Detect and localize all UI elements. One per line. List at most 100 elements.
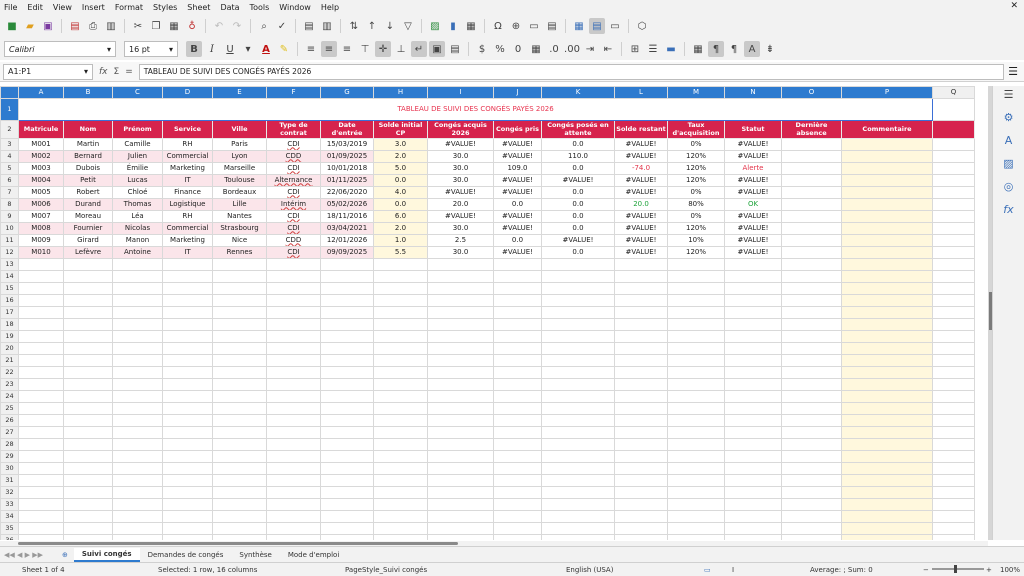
cell[interactable] <box>162 497 213 511</box>
cell[interactable] <box>373 461 428 475</box>
cell[interactable]: Alternance <box>266 173 321 187</box>
cell[interactable] <box>320 497 374 511</box>
cell[interactable]: 0.0 <box>493 233 542 247</box>
cell[interactable] <box>541 473 615 487</box>
cell[interactable] <box>320 413 374 427</box>
cell[interactable] <box>427 269 494 283</box>
cell[interactable] <box>320 449 374 463</box>
cell[interactable]: M010 <box>18 245 64 259</box>
cell[interactable] <box>932 401 975 415</box>
row-header[interactable]: 34 <box>0 509 19 523</box>
sum-icon[interactable]: Σ <box>114 67 120 77</box>
cell[interactable] <box>781 245 842 259</box>
cell[interactable] <box>614 437 668 451</box>
cell[interactable]: 1.0 <box>373 233 428 247</box>
cell[interactable] <box>266 449 321 463</box>
cell[interactable] <box>427 425 494 439</box>
cell[interactable] <box>212 521 267 535</box>
cell[interactable] <box>932 281 975 295</box>
column-header[interactable]: O <box>781 86 842 99</box>
row-header[interactable]: 19 <box>0 329 19 343</box>
copy-icon[interactable]: ❐ <box>148 18 164 34</box>
cell[interactable] <box>320 269 374 283</box>
styles-icon[interactable]: A <box>1005 134 1013 147</box>
cell[interactable]: OK <box>724 197 782 211</box>
cell[interactable] <box>212 413 267 427</box>
cell[interactable]: 30.0 <box>427 149 494 163</box>
row-header[interactable]: 2 <box>0 119 19 139</box>
cell[interactable] <box>614 293 668 307</box>
column-header[interactable]: Q <box>932 86 975 99</box>
cell[interactable] <box>18 281 64 295</box>
hamburger-menu-icon[interactable]: ☰ <box>1008 65 1018 78</box>
cell[interactable]: #VALUE! <box>724 245 782 259</box>
cell[interactable]: 109.0 <box>493 161 542 175</box>
cell[interactable] <box>373 269 428 283</box>
cell[interactable] <box>266 341 321 355</box>
cell[interactable]: 80% <box>667 197 725 211</box>
underline-dropdown-icon[interactable]: ▾ <box>240 41 256 57</box>
cell[interactable] <box>112 521 163 535</box>
cell[interactable] <box>63 449 113 463</box>
cell[interactable] <box>781 413 842 427</box>
italic-icon[interactable]: I <box>204 41 220 57</box>
hamburger-menu-icon[interactable]: ☰ <box>1004 88 1014 101</box>
cell[interactable] <box>932 353 975 367</box>
cell[interactable] <box>932 293 975 307</box>
cell[interactable] <box>493 533 542 540</box>
cell[interactable] <box>373 353 428 367</box>
row-icon[interactable]: ▤ <box>301 18 317 34</box>
zoom-slider[interactable] <box>932 568 984 570</box>
cell[interactable]: -74.0 <box>614 161 668 175</box>
cell[interactable] <box>724 293 782 307</box>
cell[interactable] <box>841 293 933 307</box>
cell[interactable]: Nice <box>212 233 267 247</box>
menu-sheet[interactable]: Sheet <box>187 3 210 12</box>
cell[interactable] <box>112 425 163 439</box>
cell[interactable] <box>427 377 494 391</box>
row-header[interactable]: 18 <box>0 317 19 331</box>
column-title-cell[interactable]: Dernière absence <box>781 119 842 139</box>
cell[interactable]: Léa <box>112 209 163 223</box>
cell[interactable] <box>781 185 842 199</box>
cell[interactable]: #VALUE! <box>614 149 668 163</box>
cell[interactable] <box>63 413 113 427</box>
cell[interactable]: 0.0 <box>541 209 615 223</box>
cell[interactable] <box>18 377 64 391</box>
cell[interactable] <box>320 521 374 535</box>
cell[interactable] <box>724 449 782 463</box>
cell[interactable] <box>373 329 428 343</box>
cell[interactable] <box>112 461 163 475</box>
horizontal-scrollbar-thumb[interactable] <box>18 542 458 545</box>
cell[interactable] <box>841 473 933 487</box>
cell[interactable]: CDI <box>266 185 321 199</box>
cell[interactable] <box>63 365 113 379</box>
cell[interactable] <box>781 233 842 247</box>
cell[interactable] <box>373 473 428 487</box>
cell[interactable] <box>724 353 782 367</box>
cell[interactable]: Marketing <box>162 233 213 247</box>
cell[interactable]: M002 <box>18 149 64 163</box>
cell[interactable] <box>781 425 842 439</box>
cell[interactable] <box>781 341 842 355</box>
cell[interactable]: M005 <box>18 185 64 199</box>
cell[interactable] <box>541 329 615 343</box>
freeze-rows-columns-icon[interactable]: ▤ <box>589 18 605 34</box>
column-header[interactable]: N <box>724 86 782 99</box>
cell[interactable] <box>724 305 782 319</box>
autofilter-icon[interactable]: ▽ <box>400 18 416 34</box>
underline-icon[interactable]: U <box>222 41 238 57</box>
row-header[interactable]: 25 <box>0 401 19 415</box>
cell[interactable] <box>667 497 725 511</box>
cell[interactable] <box>320 461 374 475</box>
cell[interactable]: Manon <box>112 233 163 247</box>
cell[interactable] <box>112 317 163 331</box>
cell[interactable] <box>63 305 113 319</box>
row-header[interactable]: 31 <box>0 473 19 487</box>
cell[interactable] <box>932 509 975 523</box>
cell[interactable] <box>932 485 975 499</box>
cell[interactable] <box>373 389 428 403</box>
cell[interactable] <box>63 281 113 295</box>
cell[interactable] <box>266 485 321 499</box>
cell[interactable] <box>63 377 113 391</box>
